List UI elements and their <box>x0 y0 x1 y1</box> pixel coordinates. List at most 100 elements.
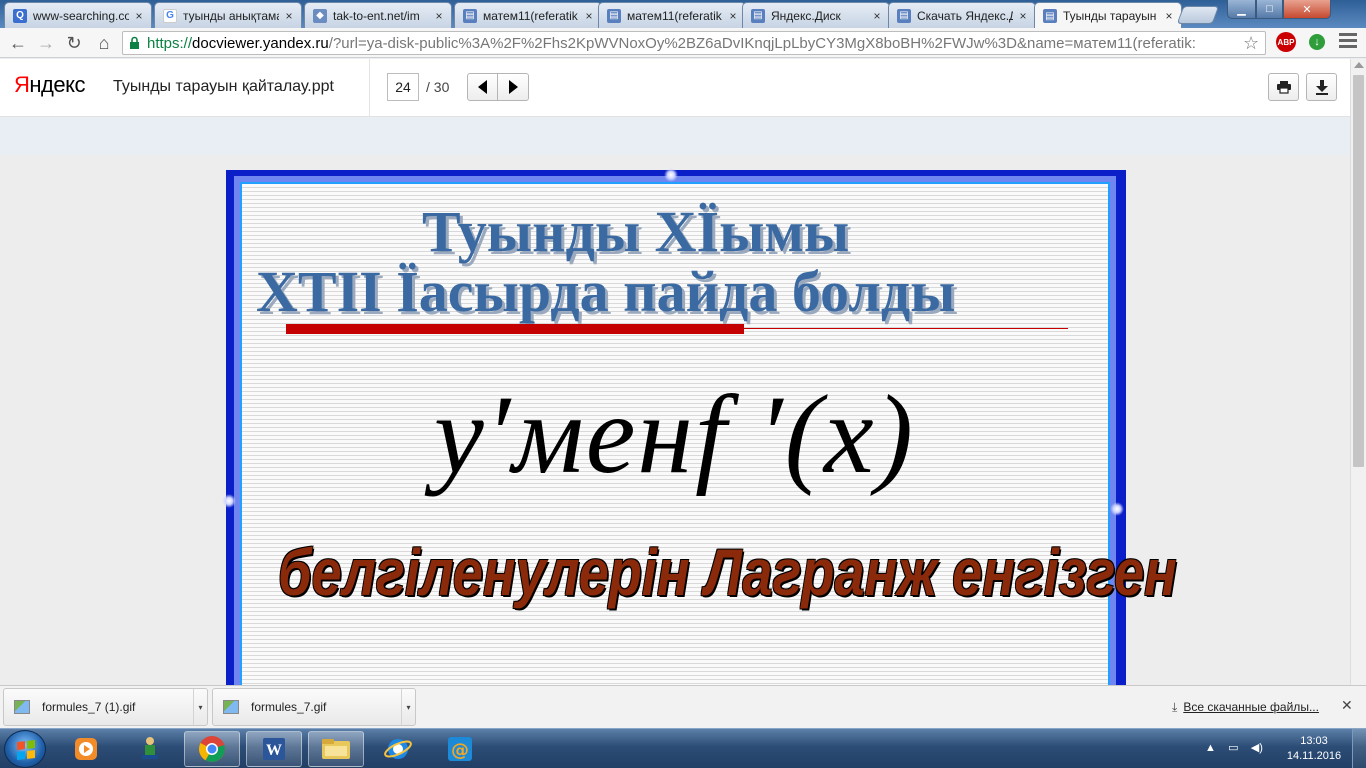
vertical-scrollbar[interactable] <box>1350 59 1366 685</box>
tab-3[interactable]: ◆ tak-to-ent.net/im × <box>304 2 452 28</box>
show-desktop-button[interactable] <box>1352 729 1366 768</box>
tab-close-icon[interactable]: × <box>1163 9 1175 23</box>
tab-8-active[interactable]: ▤ Туынды тарауын × <box>1034 2 1182 29</box>
slide-heading-line1: Туынды ХЇымы <box>422 199 850 264</box>
page-number-input[interactable] <box>387 73 419 101</box>
search-favicon-icon: Q <box>13 8 27 23</box>
next-page-button[interactable] <box>498 73 529 101</box>
tab-6[interactable]: ▤ Яндекс.Диск × <box>742 2 890 28</box>
mail-agent-taskbar-icon[interactable]: @ <box>432 731 488 767</box>
reload-icon[interactable]: ↻ <box>62 31 86 55</box>
browser-menu-icon[interactable] <box>1339 33 1357 48</box>
chevron-left-icon <box>478 80 487 94</box>
tab-7[interactable]: ▤ Скачать Яндекс.Д × <box>888 2 1036 28</box>
browser-toolbar: ← → ↻ ⌂ https://docviewer.yandex.ru/?url… <box>0 28 1366 58</box>
tab-4[interactable]: ▤ матем11(referatik × <box>454 2 602 28</box>
chevron-down-icon[interactable]: ▾ <box>193 689 207 725</box>
windows-taskbar: W @ ▲ ▭ ◀) 13:03 14.11.2016 <box>0 728 1366 768</box>
close-shelf-icon[interactable]: ✕ <box>1341 697 1353 714</box>
cube-favicon-icon: ◆ <box>313 8 327 23</box>
back-arrow-icon[interactable]: ← <box>6 31 30 55</box>
download-icon <box>1315 80 1328 95</box>
slide-caption: белгіленулерін Лагранж енгізген <box>278 535 1177 609</box>
download-item[interactable]: formules_7.gif ▾ <box>212 688 416 726</box>
tab-title: туынды анықтамас <box>183 8 279 23</box>
slide-heading-line2: ХТІІ Їасырда пайда болды <box>256 259 956 324</box>
chevron-right-icon <box>508 80 518 94</box>
document-favicon-icon: ▤ <box>751 8 765 23</box>
scrollbar-thumb[interactable] <box>1353 75 1364 467</box>
tab-title: Скачать Яндекс.Д <box>917 8 1013 23</box>
adblock-plus-icon[interactable]: ABP <box>1276 32 1296 52</box>
download-filename: formules_7 (1).gif <box>42 700 136 714</box>
window-close-button[interactable]: ✕ <box>1283 0 1331 19</box>
derivative-notation-formula: y′менf ′(x) <box>434 373 915 497</box>
forward-arrow-icon[interactable]: → <box>34 31 58 55</box>
tab-close-icon[interactable]: × <box>133 9 145 23</box>
new-tab-button[interactable] <box>1176 6 1220 24</box>
tab-title: матем11(referatik <box>627 8 722 23</box>
lock-icon <box>130 36 139 49</box>
bookmark-star-icon[interactable]: ☆ <box>1243 33 1259 54</box>
heading-underline-line <box>744 328 1068 329</box>
tab-close-icon[interactable]: × <box>727 9 739 23</box>
tab-close-icon[interactable]: × <box>871 9 883 23</box>
tab-title: tak-to-ent.net/im <box>333 8 420 23</box>
tab-title: www-searching.co <box>33 8 129 23</box>
print-button[interactable] <box>1268 73 1299 101</box>
download-item[interactable]: formules_7 (1).gif ▾ <box>3 688 208 726</box>
yandex-logo[interactable]: Яндекс <box>14 72 85 98</box>
windows-logo-icon <box>17 740 35 760</box>
word-taskbar-icon[interactable]: W <box>246 731 302 767</box>
document-title: Туынды тарауын қайталау.ppt <box>113 78 334 95</box>
heading-underline-bar <box>286 324 744 334</box>
address-bar[interactable]: https://docviewer.yandex.ru/?url=ya-disk… <box>122 31 1266 55</box>
document-favicon-icon: ▤ <box>897 8 911 23</box>
tab-title: Яндекс.Диск <box>771 8 841 23</box>
download-shelf: formules_7 (1).gif ▾ formules_7.gif ▾ ⤓ В… <box>0 685 1366 728</box>
window-maximize-button[interactable]: □ <box>1256 0 1283 19</box>
document-favicon-icon: ▤ <box>607 8 621 23</box>
sparkle-decoration <box>1110 502 1124 516</box>
tab-close-icon[interactable]: × <box>433 9 445 23</box>
document-favicon-icon: ▤ <box>463 8 477 23</box>
svg-text:@: @ <box>451 740 469 761</box>
file-explorer-taskbar-icon[interactable] <box>308 731 364 767</box>
download-button[interactable] <box>1306 73 1337 101</box>
previous-page-button[interactable] <box>467 73 498 101</box>
download-arrow-icon: ⤓ <box>1172 700 1178 714</box>
download-filename: formules_7.gif <box>251 700 327 714</box>
start-button[interactable] <box>4 730 46 768</box>
tab-close-icon[interactable]: × <box>283 9 295 23</box>
all-downloads-link[interactable]: ⤓ Все скачанные файлы... <box>1172 700 1319 715</box>
system-clock[interactable]: 13:03 14.11.2016 <box>1284 734 1344 764</box>
chevron-down-icon[interactable]: ▾ <box>401 689 415 725</box>
sparkle-decoration <box>664 168 678 182</box>
url-path: /?url=ya-disk-public%3A%2F%2Fhs2KpWVNoxO… <box>328 34 1196 52</box>
window-minimize-button[interactable]: ▁ <box>1227 0 1256 19</box>
presentation-slide: Туынды ХЇымы ХТІІ Їасырда пайда болды y′… <box>222 168 1177 690</box>
tab-5[interactable]: ▤ матем11(referatik × <box>598 2 746 28</box>
tab-1[interactable]: Q www-searching.co × <box>4 2 152 28</box>
tab-2[interactable]: G туынды анықтамас × <box>154 2 302 28</box>
system-tray[interactable]: ▲ ▭ ◀) <box>1205 741 1263 754</box>
scroll-up-arrow-icon[interactable] <box>1354 62 1364 68</box>
image-file-icon <box>223 700 239 714</box>
tab-title: матем11(referatik <box>483 8 578 23</box>
docviewer-header: Яндекс Туынды тарауын қайталау.ppt / 30 <box>0 59 1350 117</box>
header-divider <box>369 59 370 117</box>
tab-title: Туынды тарауын <box>1063 9 1157 23</box>
tab-close-icon[interactable]: × <box>583 9 595 23</box>
url-host: docviewer.yandex.ru <box>192 34 329 52</box>
clock-date: 14.11.2016 <box>1286 750 1342 762</box>
game-figure-taskbar-icon[interactable] <box>122 731 178 767</box>
svg-text:W: W <box>266 742 282 759</box>
home-icon[interactable]: ⌂ <box>92 31 116 55</box>
printer-icon <box>1276 81 1291 94</box>
browser-tab-strip: Q www-searching.co × G туынды анықтамас … <box>0 0 1366 29</box>
media-player-taskbar-icon[interactable] <box>58 731 114 767</box>
tab-close-icon[interactable]: × <box>1017 9 1029 23</box>
chrome-taskbar-icon[interactable] <box>184 731 240 767</box>
internet-explorer-taskbar-icon[interactable] <box>370 731 426 767</box>
download-extension-icon[interactable]: ↓ <box>1309 34 1325 50</box>
